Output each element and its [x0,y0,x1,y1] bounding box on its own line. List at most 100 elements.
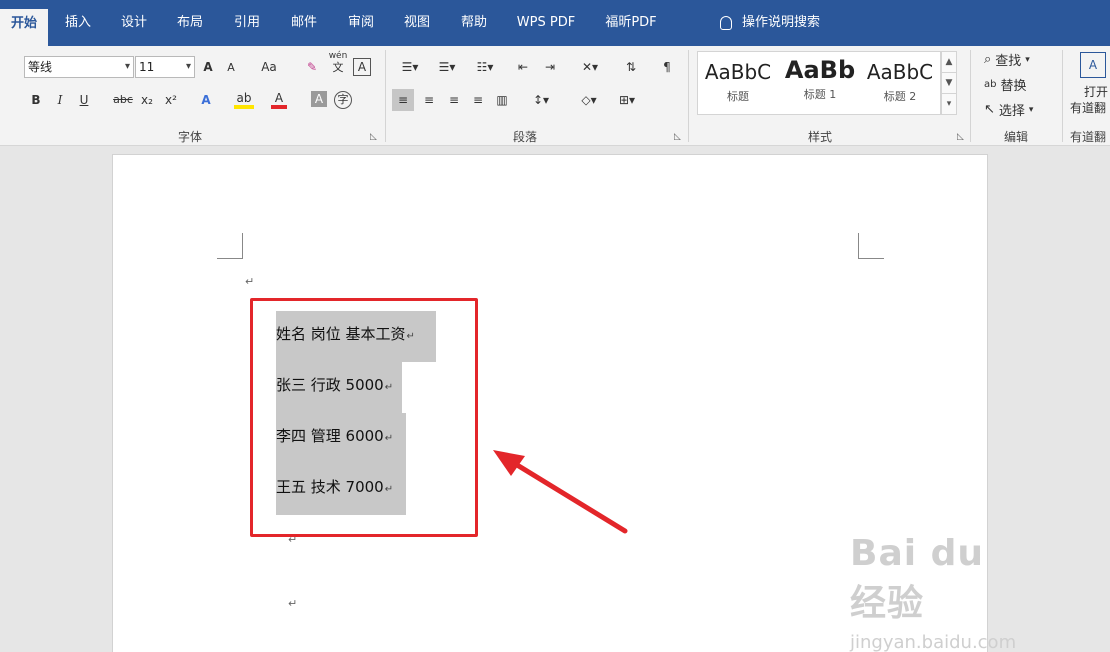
phonetic-char: 文 [332,61,344,74]
crop-mark-top-right [858,233,884,259]
youdao-line2: 有道翻 [1070,101,1107,115]
highlight-button[interactable]: ab [234,87,254,109]
font-name-combo[interactable]: 等线 ▾ [24,56,134,78]
font-color-button[interactable]: A [271,87,287,109]
bullets-icon[interactable]: ☰▾ [395,56,425,78]
underline-button[interactable]: U [77,89,91,111]
style-sample: AaBbC [866,60,934,84]
styles-gallery: AaBbC 标题 AaBb 标题 1 AaBbC 标题 2 [697,51,941,115]
distributed-icon[interactable]: ▥ [492,89,512,111]
chevron-down-icon: ▾ [1025,54,1030,65]
select-button[interactable]: ↖ 选择 ▾ [984,100,1033,119]
tab-review[interactable]: 审阅 [341,10,381,36]
strikethrough-button[interactable]: abc [112,89,134,111]
line-spacing-icon[interactable]: ↕▾ [526,89,556,111]
multilevel-list-icon[interactable]: ☷▾ [470,56,500,78]
select-label: 选择 [998,104,1025,119]
lightbulb-icon [720,16,732,30]
tab-home[interactable]: 开始 [0,9,48,46]
chevron-down-icon: ▾ [1028,104,1034,115]
cursor-icon: ↖ [984,102,995,117]
font-size-combo[interactable]: 11 ▾ [135,56,195,78]
chinese-layout-icon[interactable]: ✕▾ [576,56,604,78]
group-separator [970,50,971,142]
enclose-characters-button[interactable]: 字 [334,91,352,109]
find-button[interactable]: ⌕ 查找 ▾ [984,50,1030,69]
chevron-down-icon: ▾ [185,61,191,72]
tell-me-label: 操作说明搜索 [742,15,821,30]
tab-references[interactable]: 引用 [227,10,267,36]
align-left-icon[interactable]: ≡ [392,89,414,111]
ribbon: 等线 ▾ 11 ▾ A A Aa ✎ wén 文 A B I U abc x₂ … [0,46,1110,146]
tab-help[interactable]: 帮助 [454,10,494,36]
style-name: 标题 1 [803,88,837,101]
more-styles-icon[interactable]: ▾ [942,94,956,115]
style-sample: AaBbC [704,60,772,84]
ribbon-tab-bar: 开始 插入 设计 布局 引用 邮件 审阅 视图 帮助 WPS PDF 福昕PDF… [0,0,1110,46]
decrease-indent-icon[interactable]: ⇤ [513,56,533,78]
document-page[interactable]: ↵ 姓名 岗位 基本工资↵ 张三 行政 5000↵ 李四 管理 6000↵ 王五… [112,154,1016,652]
change-case-button[interactable]: Aa [254,56,284,78]
chevron-up-icon[interactable]: ▲ [942,52,956,73]
font-dialog-launcher-icon[interactable]: ◺ [370,132,377,142]
show-marks-icon[interactable]: ¶ [660,56,674,78]
increase-indent-icon[interactable]: ⇥ [540,56,560,78]
chevron-down-icon[interactable]: ▼ [942,73,956,94]
character-shading-button[interactable]: A [311,91,327,107]
crop-mark-top-left [217,233,243,259]
tab-design[interactable]: 设计 [114,10,154,36]
italic-button[interactable]: I [53,89,67,111]
font-size-value: 11 [139,60,155,74]
phonetic-guide-button[interactable]: wén 文 [327,50,349,74]
borders-icon[interactable]: ⊞▾ [612,89,642,111]
styles-scroller: ▲ ▼ ▾ [941,51,957,115]
watermark: Bai du 经验 jingyan.baidu.com [850,533,1016,652]
find-label: 查找 [995,54,1022,69]
align-center-icon[interactable]: ≡ [419,89,439,111]
tab-insert[interactable]: 插入 [58,10,98,36]
font-group-label: 字体 [177,130,202,144]
style-name: 标题 [727,90,749,103]
sort-icon[interactable]: ⇅ [622,56,640,78]
watermark-sub: jingyan.baidu.com [850,632,1017,652]
style-heading-1[interactable]: AaBb 标题 1 [780,52,860,114]
tab-mailings[interactable]: 邮件 [284,10,324,36]
youdao-translate-icon[interactable]: A [1080,52,1106,78]
paragraph-dialog-launcher-icon[interactable]: ◺ [674,132,681,142]
tab-foxit-pdf[interactable]: 福昕PDF [598,10,664,36]
search-icon: ⌕ [984,52,992,67]
styles-group-label: 样式 [807,130,832,144]
font-name-value: 等线 [28,60,53,74]
editing-group-label: 编辑 [1003,130,1028,144]
style-heading-2[interactable]: AaBbC 标题 2 [860,52,940,114]
grow-font-button[interactable]: A [200,56,216,78]
replace-button[interactable]: ab 替换 [984,75,1027,94]
subscript-button[interactable]: x₂ [139,89,155,111]
justify-icon[interactable]: ≡ [468,89,488,111]
clear-format-icon[interactable]: ✎ [302,56,322,78]
youdao-group-label: 有道翻 [1070,130,1107,144]
annotation-arrow-icon [493,450,628,534]
tab-layout[interactable]: 布局 [170,10,210,36]
paragraph-mark: ↵ [245,275,255,288]
align-right-icon[interactable]: ≡ [444,89,464,111]
style-title[interactable]: AaBbC 标题 [698,52,778,114]
styles-dialog-launcher-icon[interactable]: ◺ [957,132,964,142]
shrink-font-button[interactable]: A [224,57,238,79]
group-separator [1062,50,1063,142]
watermark-main: Bai du 经验 [850,533,985,624]
shading-icon[interactable]: ◇▾ [574,89,604,111]
tell-me-search[interactable]: 操作说明搜索 [720,10,820,36]
group-separator [688,50,689,142]
style-name: 标题 2 [883,90,917,103]
bold-button[interactable]: B [29,89,43,111]
text-effects-button[interactable]: A [198,89,214,111]
tab-view[interactable]: 视图 [397,10,437,36]
character-border-button[interactable]: A [353,58,371,76]
paragraph-group-label: 段落 [512,130,537,144]
numbering-icon[interactable]: ☰▾ [432,56,462,78]
tab-wps-pdf[interactable]: WPS PDF [511,10,581,36]
youdao-open-button[interactable]: 打开 有道翻 [1070,84,1108,116]
replace-icon: ab [984,79,997,90]
superscript-button[interactable]: x² [163,89,179,111]
